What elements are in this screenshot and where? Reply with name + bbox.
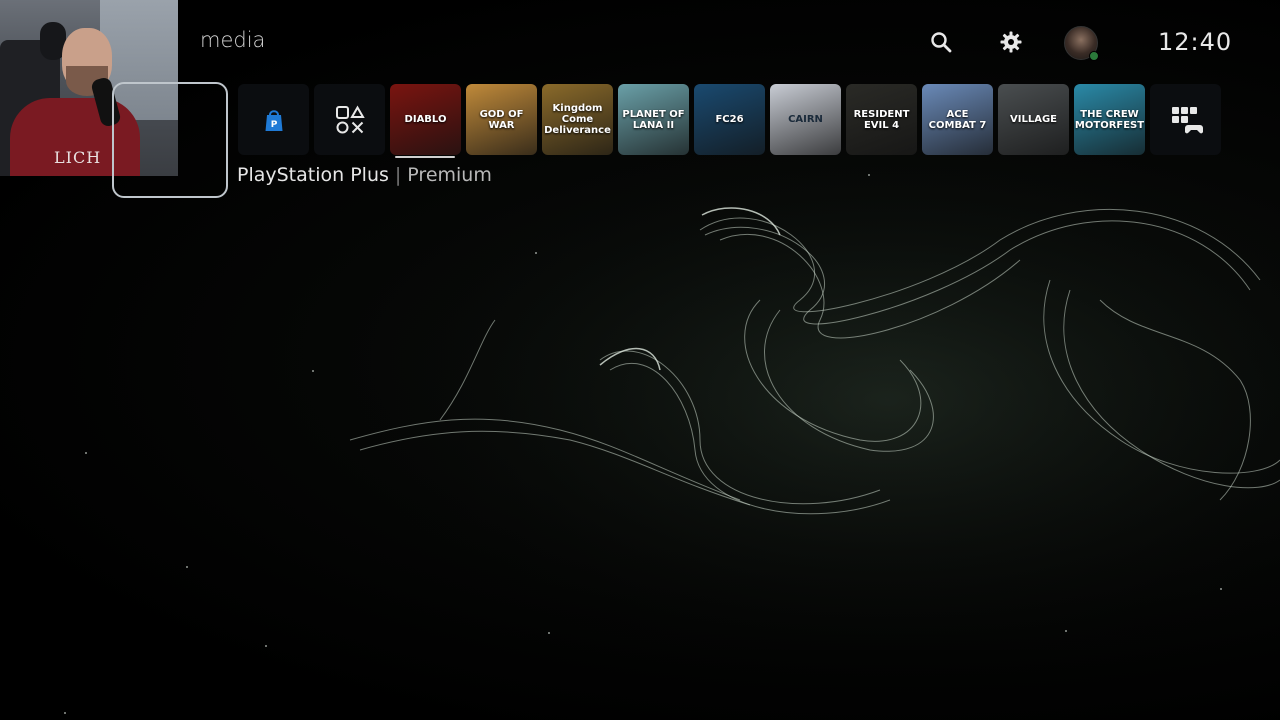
tile-game-label: CAIRN [788, 114, 823, 125]
tile-game[interactable]: GOD OF WAR [466, 84, 537, 155]
tile-game[interactable]: Kingdom Come Deliverance [542, 84, 613, 155]
star [1220, 588, 1222, 590]
star [548, 632, 550, 634]
tile-game-label: GOD OF WAR [479, 108, 524, 131]
star [186, 566, 188, 568]
star [535, 252, 537, 254]
selected-tile-frame[interactable] [112, 82, 228, 198]
tile-game[interactable]: RESIDENT EVIL 4 [846, 84, 917, 155]
star [312, 370, 314, 372]
tile-game-label: DIABLO [404, 114, 447, 125]
star [64, 712, 66, 714]
selected-title-text: PlayStation Plus [237, 164, 389, 186]
tile-playstation-store[interactable]: P [238, 84, 309, 155]
tile-game-library[interactable] [314, 84, 385, 155]
tile-game-label: Kingdom Come Deliverance [544, 103, 611, 136]
star [1065, 630, 1067, 632]
tile-game[interactable]: ACE COMBAT 7 [922, 84, 993, 155]
tile-game-label: FC26 [715, 114, 744, 125]
star [868, 174, 870, 176]
apps-icon [1171, 106, 1203, 133]
running-game-indicator [395, 156, 455, 158]
tile-game-label: ACE COMBAT 7 [928, 108, 987, 131]
star [265, 645, 267, 647]
tile-game[interactable]: THE CREW MOTORFEST [1074, 84, 1145, 155]
tile-game-label: RESIDENT EVIL 4 [853, 108, 910, 131]
tile-game[interactable]: VILLAGE [998, 84, 1069, 155]
tile-game[interactable]: FC26 [694, 84, 765, 155]
tile-game-label: PLANET OF LANA II [622, 108, 685, 131]
search-icon [931, 32, 952, 53]
tile-game-label: VILLAGE [1010, 114, 1057, 125]
section-label[interactable]: media [200, 28, 265, 52]
settings-button[interactable] [997, 28, 1025, 56]
tile-game[interactable]: CAIRN [770, 84, 841, 155]
tile-game[interactable]: PLANET OF LANA II [618, 84, 689, 155]
game-library-icon [335, 105, 365, 133]
tile-game-label: THE CREW MOTORFEST [1074, 108, 1145, 131]
selected-tile-title: PlayStation Plus | Premium [237, 164, 492, 186]
shirt-print: LICH [54, 148, 102, 167]
user-avatar[interactable] [1064, 26, 1099, 61]
selected-subtitle-text: Premium [407, 164, 492, 186]
tile-game[interactable]: DIABLO [390, 84, 461, 155]
ps-store-icon: P [265, 109, 282, 131]
tile-game[interactable] [1150, 84, 1221, 155]
online-status-dot [1089, 51, 1099, 61]
svg-text:P: P [270, 120, 277, 130]
star [85, 452, 87, 454]
clock[interactable]: 12:40 [1158, 28, 1232, 56]
ps5-home-screen: LICH media 12:40 P DIABLO GOD OF WAR Kin… [0, 0, 1280, 720]
gear-icon [1000, 31, 1022, 53]
search-button[interactable] [927, 28, 955, 56]
title-divider: | [394, 164, 402, 186]
